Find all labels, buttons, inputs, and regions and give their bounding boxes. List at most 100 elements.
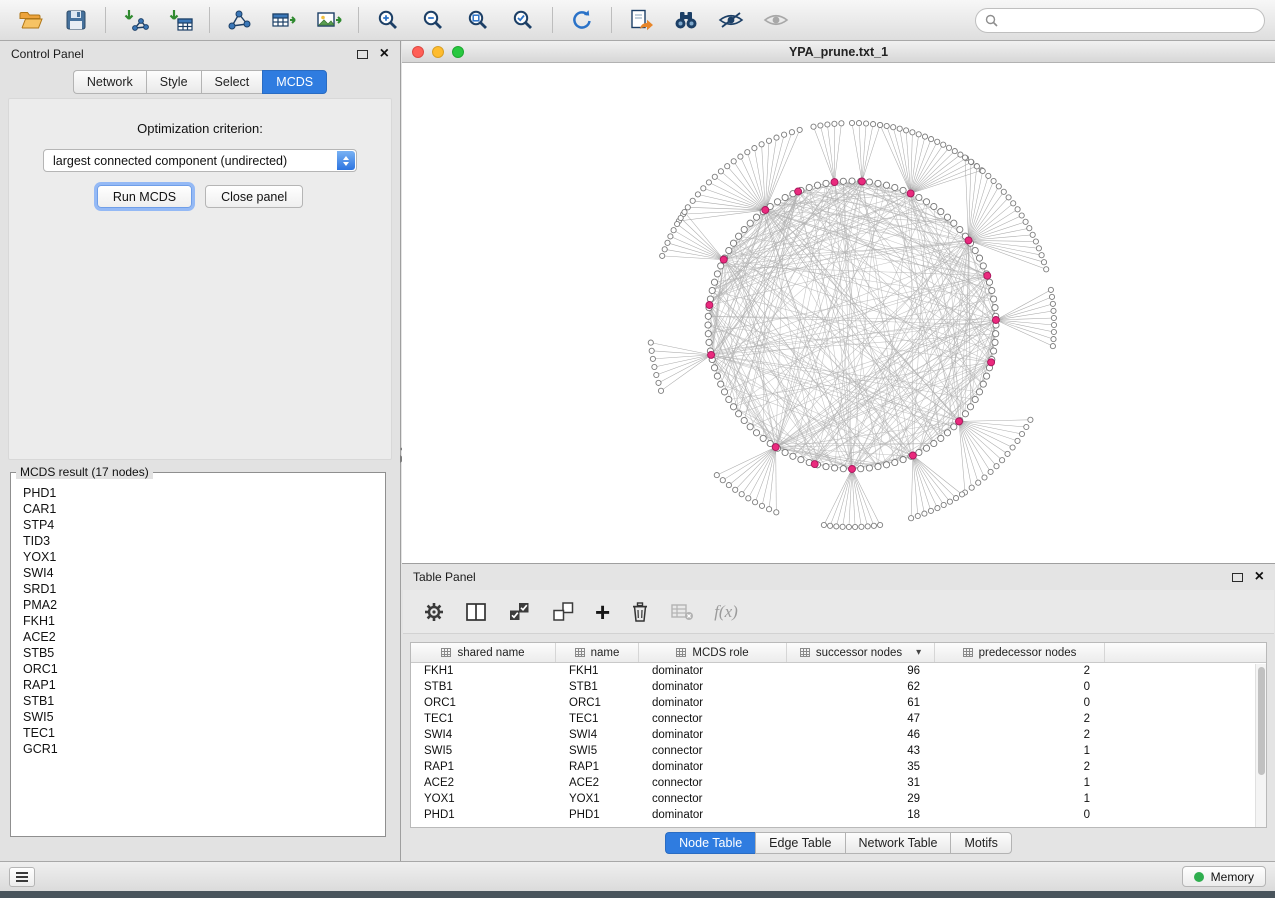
predecessor-nodes-cell[interactable]: 2 [935, 711, 1105, 727]
shared-name-cell[interactable]: RAP1 [411, 759, 556, 775]
mcds-role-cell[interactable]: connector [639, 775, 787, 791]
column-header-name[interactable]: name [556, 643, 639, 662]
memory-button[interactable]: Memory [1182, 866, 1266, 887]
tab-motifs[interactable]: Motifs [950, 832, 1011, 854]
predecessor-nodes-cell[interactable]: 2 [935, 663, 1105, 679]
table-row[interactable]: ORC1ORC1dominator610 [411, 695, 1266, 711]
tab-network-table[interactable]: Network Table [845, 832, 951, 854]
dominator-node[interactable] [762, 207, 769, 214]
dominator-node[interactable] [965, 237, 972, 244]
dominator-node[interactable] [811, 461, 818, 468]
dominator-node[interactable] [831, 179, 838, 186]
dominator-node[interactable] [795, 188, 802, 195]
name-cell[interactable]: YOX1 [556, 791, 639, 807]
mcds-result-item[interactable]: PMA2 [13, 597, 383, 613]
name-cell[interactable]: PHD1 [556, 807, 639, 823]
zoom-out-button[interactable] [412, 3, 454, 37]
dominator-node[interactable] [988, 359, 995, 366]
successor-nodes-cell[interactable]: 96 [787, 663, 935, 679]
mcds-result-item[interactable]: CAR1 [13, 501, 383, 517]
predecessor-nodes-cell[interactable]: 0 [935, 807, 1105, 823]
close-panel-icon[interactable]: × [380, 47, 389, 61]
name-cell[interactable]: FKH1 [556, 663, 639, 679]
chevron-down-icon[interactable]: ▾ [916, 647, 921, 658]
mcds-result-item[interactable]: STP4 [13, 517, 383, 533]
mcds-role-cell[interactable]: connector [639, 791, 787, 807]
open-file-button[interactable] [10, 3, 52, 37]
close-window-icon[interactable] [412, 46, 424, 58]
close-panel-button[interactable]: Close panel [205, 185, 303, 208]
dominator-node[interactable] [992, 317, 999, 324]
scrollbar-thumb[interactable] [1258, 667, 1265, 775]
tab-select[interactable]: Select [201, 70, 263, 94]
mcds-result-item[interactable]: TID3 [13, 533, 383, 549]
name-cell[interactable]: TEC1 [556, 711, 639, 727]
zoom-fit-button[interactable] [457, 3, 499, 37]
delete-table-button[interactable] [670, 602, 694, 622]
table-row[interactable]: YOX1YOX1connector291 [411, 791, 1266, 807]
export-table-button[interactable] [263, 3, 305, 37]
network-canvas[interactable] [402, 63, 1275, 564]
mcds-result-item[interactable]: STB1 [13, 693, 383, 709]
column-header-MCDS-role[interactable]: MCDS role [639, 643, 787, 662]
shared-name-cell[interactable]: STB1 [411, 679, 556, 695]
dominator-node[interactable] [720, 256, 727, 263]
search-input[interactable] [1004, 12, 1255, 28]
tab-edge-table[interactable]: Edge Table [755, 832, 844, 854]
criterion-dropdown[interactable]: largest connected component (undirected) [43, 149, 357, 172]
select-all-button[interactable] [507, 601, 531, 623]
add-column-button[interactable]: + [595, 602, 610, 622]
dominator-node[interactable] [956, 418, 963, 425]
dominator-node[interactable] [859, 178, 866, 185]
successor-nodes-cell[interactable]: 62 [787, 679, 935, 695]
dominator-node[interactable] [708, 351, 715, 358]
mcds-role-cell[interactable]: dominator [639, 663, 787, 679]
zoom-selected-button[interactable] [502, 3, 544, 37]
maximize-window-icon[interactable] [452, 46, 464, 58]
mcds-result-item[interactable]: STB5 [13, 645, 383, 661]
shared-name-cell[interactable]: YOX1 [411, 791, 556, 807]
tab-network[interactable]: Network [73, 70, 146, 94]
mcds-result-item[interactable]: SWI4 [13, 565, 383, 581]
mcds-role-cell[interactable]: dominator [639, 759, 787, 775]
table-row[interactable]: STB1STB1dominator620 [411, 679, 1266, 695]
mcds-result-item[interactable]: ORC1 [13, 661, 383, 677]
shared-name-cell[interactable]: SWI4 [411, 727, 556, 743]
save-session-button[interactable] [55, 3, 97, 37]
shared-name-cell[interactable]: FKH1 [411, 663, 556, 679]
mcds-role-cell[interactable]: connector [639, 743, 787, 759]
successor-nodes-cell[interactable]: 47 [787, 711, 935, 727]
hide-selected-button[interactable] [710, 3, 752, 37]
table-row[interactable]: TEC1TEC1connector472 [411, 711, 1266, 727]
successor-nodes-cell[interactable]: 35 [787, 759, 935, 775]
shared-name-cell[interactable]: ACE2 [411, 775, 556, 791]
find-button[interactable] [665, 3, 707, 37]
mcds-result-item[interactable]: GCR1 [13, 741, 383, 757]
new-network-button[interactable] [218, 3, 260, 37]
mcds-result-item[interactable]: FKH1 [13, 613, 383, 629]
successor-nodes-cell[interactable]: 29 [787, 791, 935, 807]
show-all-button[interactable] [755, 3, 797, 37]
tab-style[interactable]: Style [146, 70, 201, 94]
successor-nodes-cell[interactable]: 18 [787, 807, 935, 823]
apply-layout-button[interactable] [561, 3, 603, 37]
import-network-button[interactable] [114, 3, 156, 37]
mcds-result-item[interactable]: TEC1 [13, 725, 383, 741]
dominator-node[interactable] [909, 452, 916, 459]
name-cell[interactable]: SWI5 [556, 743, 639, 759]
name-cell[interactable]: RAP1 [556, 759, 639, 775]
table-row[interactable]: PHD1PHD1dominator180 [411, 807, 1266, 823]
mcds-role-cell[interactable]: dominator [639, 727, 787, 743]
table-row[interactable]: SWI5SWI5connector431 [411, 743, 1266, 759]
show-columns-button[interactable] [465, 602, 487, 622]
predecessor-nodes-cell[interactable]: 0 [935, 695, 1105, 711]
apply-function-button[interactable]: f(x) [714, 602, 738, 622]
predecessor-nodes-cell[interactable]: 2 [935, 759, 1105, 775]
mcds-result-item[interactable]: ACE2 [13, 629, 383, 645]
shared-name-cell[interactable]: TEC1 [411, 711, 556, 727]
name-cell[interactable]: ORC1 [556, 695, 639, 711]
search-box[interactable] [975, 8, 1265, 33]
table-settings-button[interactable] [423, 601, 445, 623]
mcds-role-cell[interactable]: connector [639, 711, 787, 727]
zoom-in-button[interactable] [367, 3, 409, 37]
